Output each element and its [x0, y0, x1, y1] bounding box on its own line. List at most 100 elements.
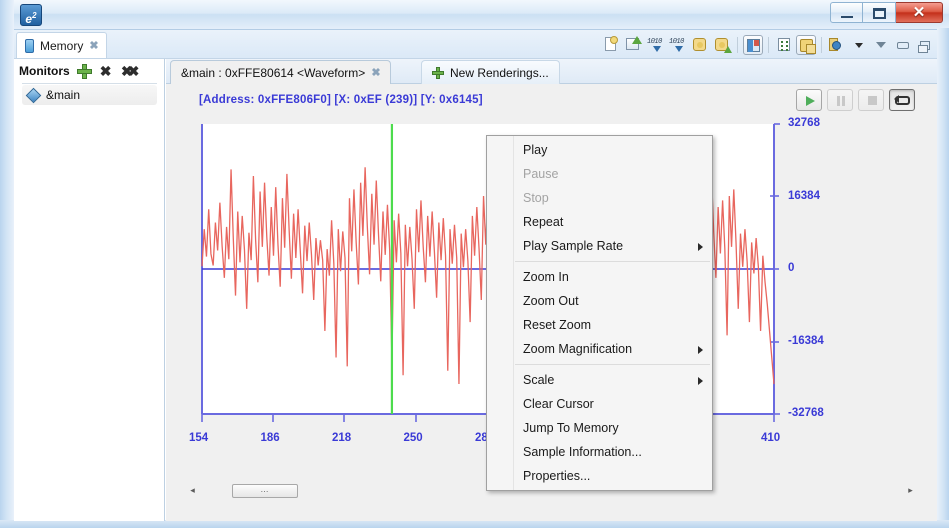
window-frame-bottom — [0, 520, 949, 528]
window-frame-right — [937, 28, 949, 528]
monitors-divider — [22, 83, 157, 84]
submenu-arrow-icon — [698, 243, 703, 251]
coordinate-readout: [Address: 0xFFE806F0] [X: 0xEF (239)] [Y… — [199, 94, 483, 106]
menu-item-play-sample-rate[interactable]: Play Sample Rate — [487, 234, 712, 258]
toolbar-separator-2 — [768, 37, 769, 53]
y-tick-label: -32768 — [788, 407, 824, 419]
stop-button[interactable] — [858, 89, 884, 111]
menu-item-zoom-magnification[interactable]: Zoom Magnification — [487, 337, 712, 361]
workbench-client-area: Memory ✖ 1010 1010 — [14, 30, 937, 520]
monitors-title: Monitors — [19, 64, 70, 78]
puzzle-icon[interactable] — [690, 35, 710, 55]
binary-down-icon[interactable]: 1010 — [646, 35, 666, 55]
import-memory-icon[interactable] — [624, 35, 644, 55]
menu-item-jump-to-memory[interactable]: Jump To Memory — [487, 416, 712, 440]
menu-item-zoom-out[interactable]: Zoom Out — [487, 289, 712, 313]
dropdown-caret-icon[interactable] — [849, 35, 869, 55]
tab-waveform-rendering[interactable]: &main : 0xFFE80614 <Waveform> ✖ — [170, 60, 391, 84]
menu-item-label: Play — [523, 143, 547, 157]
view-maximize-icon[interactable] — [915, 35, 935, 55]
view-minimize-icon[interactable] — [893, 35, 913, 55]
remove-all-monitors-icon[interactable]: ✖✖ — [120, 63, 136, 79]
tab-memory-label: Memory — [40, 39, 83, 53]
menu-item-pause: Pause — [487, 162, 712, 186]
menu-item-label: Play Sample Rate — [523, 239, 623, 253]
menu-item-properties[interactable]: Properties... — [487, 464, 712, 488]
tab-new-renderings[interactable]: New Renderings... — [421, 60, 560, 84]
monitors-panel: Monitors ✖ ✖✖ &main — [14, 59, 165, 521]
binary-down-alt-icon[interactable]: 1010 — [668, 35, 688, 55]
view-toolbar: 1010 1010 — [602, 33, 935, 57]
menu-item-play[interactable]: Play — [487, 138, 712, 162]
monitor-item-main[interactable]: &main — [22, 85, 157, 105]
menu-item-reset-zoom[interactable]: Reset Zoom — [487, 313, 712, 337]
close-icon: ✕ — [896, 3, 942, 22]
app-icon-superscript: 2 — [32, 11, 36, 20]
menu-item-label: Sample Information... — [523, 445, 642, 459]
waveform-context-menu: Play Pause Stop Repeat Play Sample Rate Zoom … — [486, 135, 713, 491]
application-window: e2 ✕ Memory ✖ — [0, 0, 949, 528]
y-tick-label: 32768 — [788, 117, 820, 129]
repeat-button[interactable] — [889, 89, 915, 111]
scroll-right-arrow[interactable]: ▸ — [902, 482, 919, 499]
application-icon: e2 — [20, 4, 42, 26]
toolbar-separator — [737, 37, 738, 53]
menu-item-label: Properties... — [523, 469, 590, 483]
x-tick-label: 218 — [332, 432, 351, 444]
add-monitor-icon[interactable] — [76, 63, 92, 79]
diamond-icon — [26, 87, 42, 103]
plus-icon — [432, 67, 444, 79]
transport-controls — [796, 89, 915, 111]
menu-item-clear-cursor[interactable]: Clear Cursor — [487, 392, 712, 416]
menu-item-label: Clear Cursor — [523, 397, 594, 411]
menu-item-label: Zoom In — [523, 270, 569, 284]
rendering-tab-strip: &main : 0xFFE80614 <Waveform> ✖ New Rend… — [166, 59, 937, 84]
window-maximize-button[interactable] — [863, 2, 896, 23]
stop-icon — [868, 96, 877, 105]
tab-new-renderings-label: New Renderings... — [450, 66, 549, 80]
tab-waveform-close-icon[interactable]: ✖ — [371, 66, 379, 79]
toggle-link-icon[interactable] — [827, 35, 847, 55]
maximize-icon — [873, 8, 886, 19]
remove-monitor-icon[interactable]: ✖ — [98, 63, 114, 79]
new-rendering-icon[interactable] — [796, 35, 816, 55]
menu-item-label: Pause — [523, 167, 558, 181]
play-button[interactable] — [796, 89, 822, 111]
menu-separator — [515, 261, 710, 262]
tab-memory[interactable]: Memory ✖ — [16, 32, 107, 58]
scroll-left-arrow[interactable]: ◂ — [184, 482, 201, 499]
tab-waveform-label: &main : 0xFFE80614 <Waveform> — [181, 66, 365, 80]
repeat-icon — [895, 96, 910, 105]
window-close-button[interactable]: ✕ — [896, 2, 943, 23]
window-minimize-button[interactable] — [830, 2, 863, 23]
split-pane-icon[interactable] — [743, 35, 763, 55]
window-title-bar: e2 ✕ — [0, 0, 949, 30]
menu-separator — [515, 364, 710, 365]
submenu-arrow-icon — [698, 377, 703, 385]
view-menu-icon[interactable] — [871, 35, 891, 55]
x-tick-label: 410 — [761, 432, 780, 444]
minimize-icon — [841, 16, 853, 18]
menu-item-label: Stop — [523, 191, 549, 205]
tab-memory-close-icon[interactable]: ✖ — [89, 39, 97, 52]
pause-button[interactable] — [827, 89, 853, 111]
puzzle-add-icon[interactable] — [712, 35, 732, 55]
monitor-item-label: &main — [46, 88, 80, 102]
menu-item-label: Scale — [523, 373, 554, 387]
x-tick-label: 154 — [189, 432, 208, 444]
toolbar-separator-3 — [821, 37, 822, 53]
menu-item-label: Jump To Memory — [523, 421, 619, 435]
window-controls: ✕ — [830, 2, 943, 23]
menu-item-sample-information[interactable]: Sample Information... — [487, 440, 712, 464]
table-dots-icon[interactable] — [774, 35, 794, 55]
menu-item-label: Zoom Magnification — [523, 342, 632, 356]
play-icon — [806, 96, 815, 106]
submenu-arrow-icon — [698, 346, 703, 354]
monitors-list: &main — [14, 85, 165, 105]
menu-item-repeat[interactable]: Repeat — [487, 210, 712, 234]
menu-item-label: Zoom Out — [523, 294, 579, 308]
menu-item-scale[interactable]: Scale — [487, 368, 712, 392]
menu-item-zoom-in[interactable]: Zoom In — [487, 265, 712, 289]
scrollbar-thumb[interactable]: ⋯ — [232, 484, 298, 498]
new-memory-monitor-icon[interactable] — [602, 35, 622, 55]
